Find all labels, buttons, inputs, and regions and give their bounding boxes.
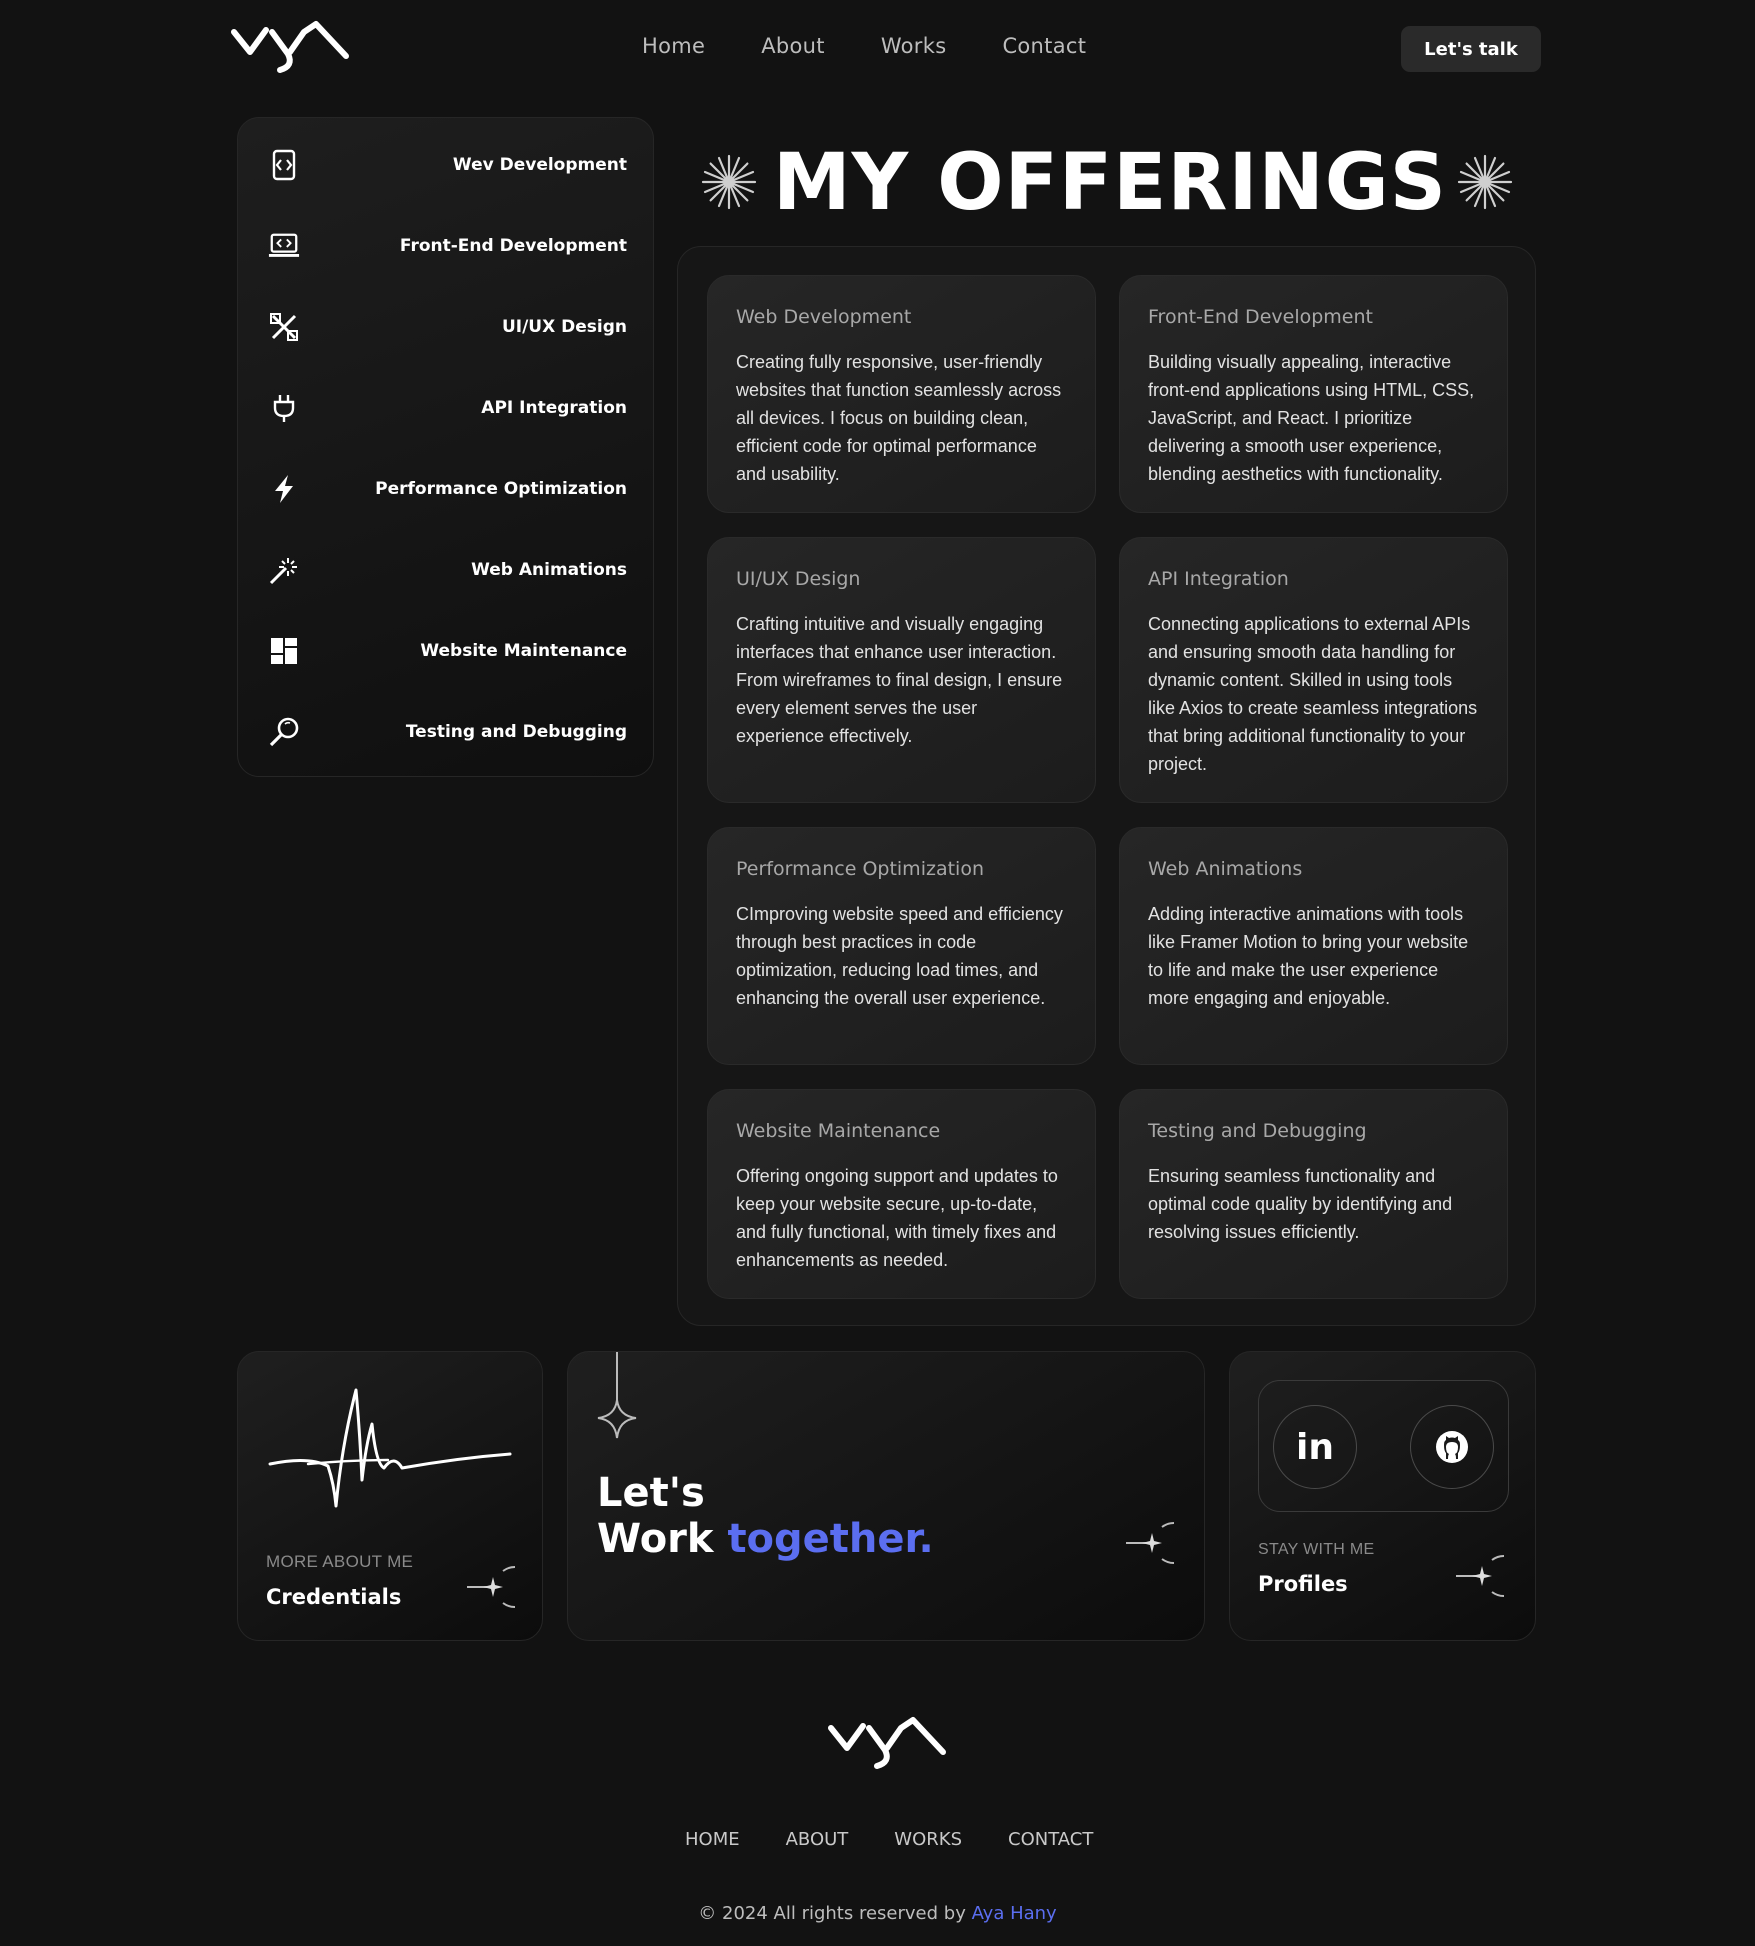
dashboard-grid-icon [268, 635, 300, 667]
offering-title: Front-End Development [1148, 306, 1373, 328]
footer-nav-home[interactable]: HOME [685, 1829, 740, 1850]
sidebar-item-label: Front-End Development [399, 236, 627, 256]
nav-about[interactable]: About [761, 34, 825, 58]
starburst-icon [701, 154, 757, 210]
sidebar-item-label: Wev Development [452, 155, 627, 175]
offering-title: Performance Optimization [736, 858, 984, 880]
github-button[interactable] [1410, 1405, 1494, 1489]
profiles-caption: STAY WITH ME [1258, 1541, 1375, 1558]
nav-contact[interactable]: Contact [1002, 34, 1086, 58]
copyright-prefix: © 2024 All rights reserved by [698, 1903, 972, 1924]
offering-description: CImproving website speed and efficiency … [736, 904, 1063, 1008]
linkedin-icon: in [1296, 1426, 1334, 1468]
profiles-label: Profiles [1258, 1572, 1348, 1596]
offering-title: Web Animations [1148, 858, 1303, 880]
sidebar-item-api[interactable]: API Integration [238, 378, 655, 438]
offering-description: Ensuring seamless functionality and opti… [1148, 1166, 1453, 1242]
copyright: © 2024 All rights reserved by Aya Hany [0, 1903, 1755, 1924]
arrow-circle-icon[interactable] [1452, 1550, 1504, 1602]
arrow-circle-icon[interactable] [1122, 1517, 1174, 1569]
sidebar-item-label: API Integration [481, 398, 627, 418]
credentials-card[interactable]: MORE ABOUT ME Credentials [237, 1351, 543, 1641]
services-sidebar: Wev Development Front-End Development UI… [237, 117, 654, 777]
magic-wand-icon [268, 554, 300, 586]
sidebar-item-testing[interactable]: Testing and Debugging [238, 702, 655, 762]
work-line-2: Work together. [597, 1516, 934, 1562]
work-line-2-plain: Work [597, 1516, 728, 1562]
main-nav: Home About Works Contact [642, 34, 1086, 58]
github-icon [1436, 1431, 1468, 1463]
sidebar-item-label: Performance Optimization [375, 479, 627, 499]
offering-card-api: API Integration Connecting applications … [1119, 537, 1508, 803]
sidebar-item-label: UI/UX Design [501, 317, 627, 337]
offering-title: API Integration [1148, 568, 1289, 590]
nav-home[interactable]: Home [642, 34, 705, 58]
page-title: MY OFFERINGS [773, 138, 1447, 228]
credentials-caption: MORE ABOUT ME [266, 1552, 414, 1571]
lightning-icon [268, 473, 300, 505]
sidebar-item-web-development[interactable]: Wev Development [238, 135, 655, 195]
offering-title: Web Development [736, 306, 912, 328]
footer-nav-about[interactable]: ABOUT [786, 1829, 849, 1850]
offering-card-uiux: UI/UX Design Crafting intuitive and visu… [707, 537, 1096, 803]
offering-description: Building visually appealing, interactive… [1148, 352, 1475, 484]
logo-icon[interactable] [230, 18, 350, 78]
offering-title: UI/UX Design [736, 568, 861, 590]
sidebar-item-label: Testing and Debugging [405, 722, 627, 742]
footer-nav-contact[interactable]: CONTACT [1008, 1829, 1093, 1850]
signature-icon [268, 1388, 512, 1508]
offering-title: Website Maintenance [736, 1120, 941, 1142]
credentials-label: Credentials [266, 1585, 402, 1609]
offering-title: Testing and Debugging [1148, 1120, 1367, 1142]
sidebar-item-animations[interactable]: Web Animations [238, 540, 655, 600]
sidebar-item-uiux[interactable]: UI/UX Design [238, 297, 655, 357]
magnifier-icon [268, 716, 300, 748]
work-line-2-accent: together. [727, 1516, 934, 1562]
linkedin-button[interactable]: in [1273, 1405, 1357, 1489]
social-links: in [1258, 1380, 1509, 1512]
starburst-icon [1457, 154, 1513, 210]
sidebar-item-performance[interactable]: Performance Optimization [238, 459, 655, 519]
offering-description: Adding interactive animations with tools… [1148, 904, 1469, 1008]
footer-nav-works[interactable]: WORKS [894, 1829, 962, 1850]
offering-card-testing: Testing and Debugging Ensuring seamless … [1119, 1089, 1508, 1299]
offering-card-web-development: Web Development Creating fully responsiv… [707, 275, 1096, 513]
offering-card-performance: Performance Optimization CImproving webs… [707, 827, 1096, 1065]
arrow-circle-icon[interactable] [463, 1561, 515, 1613]
offering-card-maintenance: Website Maintenance Offering ongoing sup… [707, 1089, 1096, 1299]
laptop-code-icon [268, 230, 300, 262]
offering-card-animations: Web Animations Adding interactive animat… [1119, 827, 1508, 1065]
copyright-author-link[interactable]: Aya Hany [972, 1903, 1057, 1924]
footer-logo-icon[interactable] [827, 1714, 947, 1774]
lets-talk-button[interactable]: Let's talk [1401, 26, 1541, 72]
plug-icon [268, 392, 300, 424]
site-header: Home About Works Contact Let's talk [0, 0, 1755, 100]
offering-card-front-end: Front-End Development Building visually … [1119, 275, 1508, 513]
offering-description: Offering ongoing support and updates to … [736, 1166, 1058, 1270]
offering-description: Connecting applications to external APIs… [1148, 614, 1478, 774]
offering-description: Creating fully responsive, user-friendly… [736, 352, 1062, 484]
sidebar-item-front-end[interactable]: Front-End Development [238, 216, 655, 276]
design-tools-icon [268, 311, 300, 343]
work-together-card[interactable]: Let's Work together. [567, 1351, 1205, 1641]
nav-works[interactable]: Works [881, 34, 947, 58]
code-phone-icon [268, 149, 300, 181]
work-together-heading: Let's Work together. [597, 1470, 934, 1562]
sidebar-item-label: Website Maintenance [420, 641, 627, 661]
offerings-panel: Web Development Creating fully responsiv… [677, 246, 1536, 1326]
sparkle-icon [597, 1352, 637, 1439]
sidebar-item-maintenance[interactable]: Website Maintenance [238, 621, 655, 681]
footer-nav: HOME ABOUT WORKS CONTACT [685, 1829, 1093, 1850]
offering-description: Crafting intuitive and visually engaging… [736, 614, 1063, 746]
work-line-1: Let's [597, 1470, 705, 1516]
sidebar-item-label: Web Animations [471, 560, 627, 580]
profiles-card[interactable]: in STAY WITH ME Profiles [1229, 1351, 1536, 1641]
